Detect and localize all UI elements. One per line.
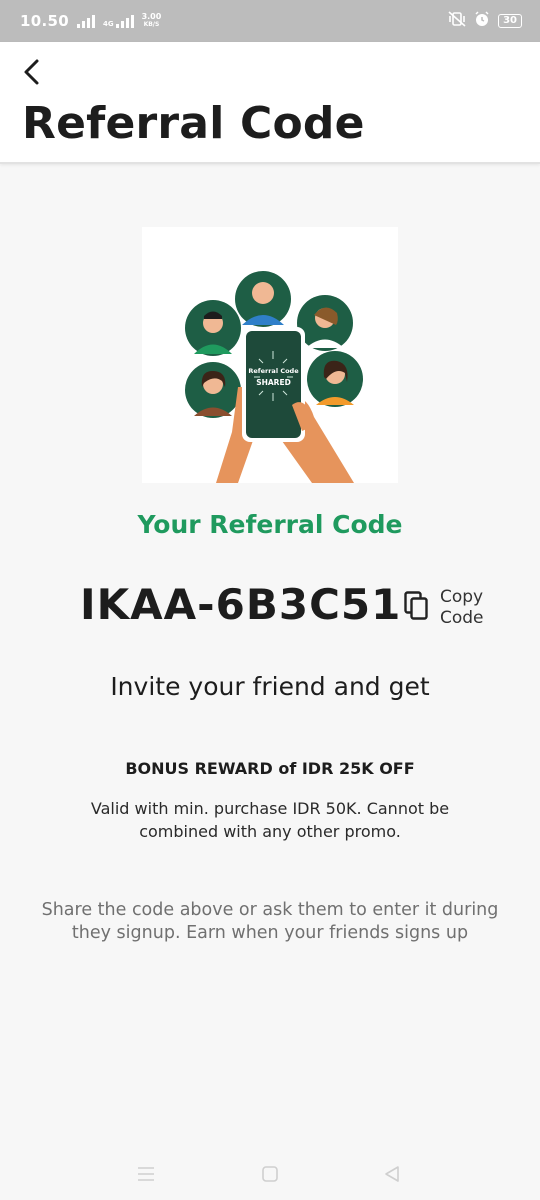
signal-icon-2 (115, 14, 134, 28)
speed-unit: KB/S (143, 21, 160, 28)
copy-code-label: Copy Code (440, 587, 484, 628)
phone-text-line2: SHARED (256, 378, 291, 387)
copy-icon (404, 591, 430, 625)
home-button[interactable] (258, 1162, 282, 1186)
back-arrow-icon (24, 59, 39, 85)
network-type: 4G (102, 20, 114, 28)
speed-value: 3.00 (141, 12, 162, 21)
status-bar: 10.50 4G 3.00 KB/S 30 (0, 0, 540, 42)
your-referral-code-label: Your Referral Code (137, 510, 403, 539)
phone-text-line1: Referral Code (248, 367, 299, 375)
network-speed: 3.00 KB/S (142, 13, 162, 29)
signal-4g: 4G (103, 14, 134, 28)
invite-headline: Invite your friend and get (110, 672, 430, 701)
bonus-reward-title: BONUS REWARD of IDR 25K OFF (125, 759, 415, 778)
copy-code-button[interactable]: Copy Code (404, 586, 504, 630)
battery-icon: 30 (498, 14, 522, 28)
referral-code-value: IKAA-6B3C51 (80, 580, 402, 629)
vibrate-icon (448, 11, 466, 31)
signal-icon (76, 14, 95, 28)
bonus-reward-description: Valid with min. purchase IDR 50K. Cannot… (90, 799, 450, 841)
referral-illustration: Referral Code SHARED (142, 227, 398, 483)
status-time: 10.50 (20, 12, 69, 30)
menu-icon (138, 1167, 154, 1181)
menu-button[interactable] (134, 1162, 158, 1186)
status-bar-left: 10.50 4G 3.00 KB/S (20, 12, 161, 30)
home-icon (262, 1166, 278, 1182)
back-nav-button[interactable] (380, 1162, 404, 1186)
system-nav-bar (0, 1148, 540, 1200)
referral-code-row: IKAA-6B3C51 Copy Code (0, 580, 540, 636)
app-bar: Referral Code (0, 42, 540, 164)
status-bar-right: 30 (448, 11, 522, 31)
alarm-icon (474, 11, 490, 31)
back-button[interactable] (14, 54, 50, 90)
page-title: Referral Code (22, 98, 365, 149)
back-triangle-icon (385, 1166, 399, 1182)
share-instructions: Share the code above or ask them to ente… (41, 900, 499, 943)
